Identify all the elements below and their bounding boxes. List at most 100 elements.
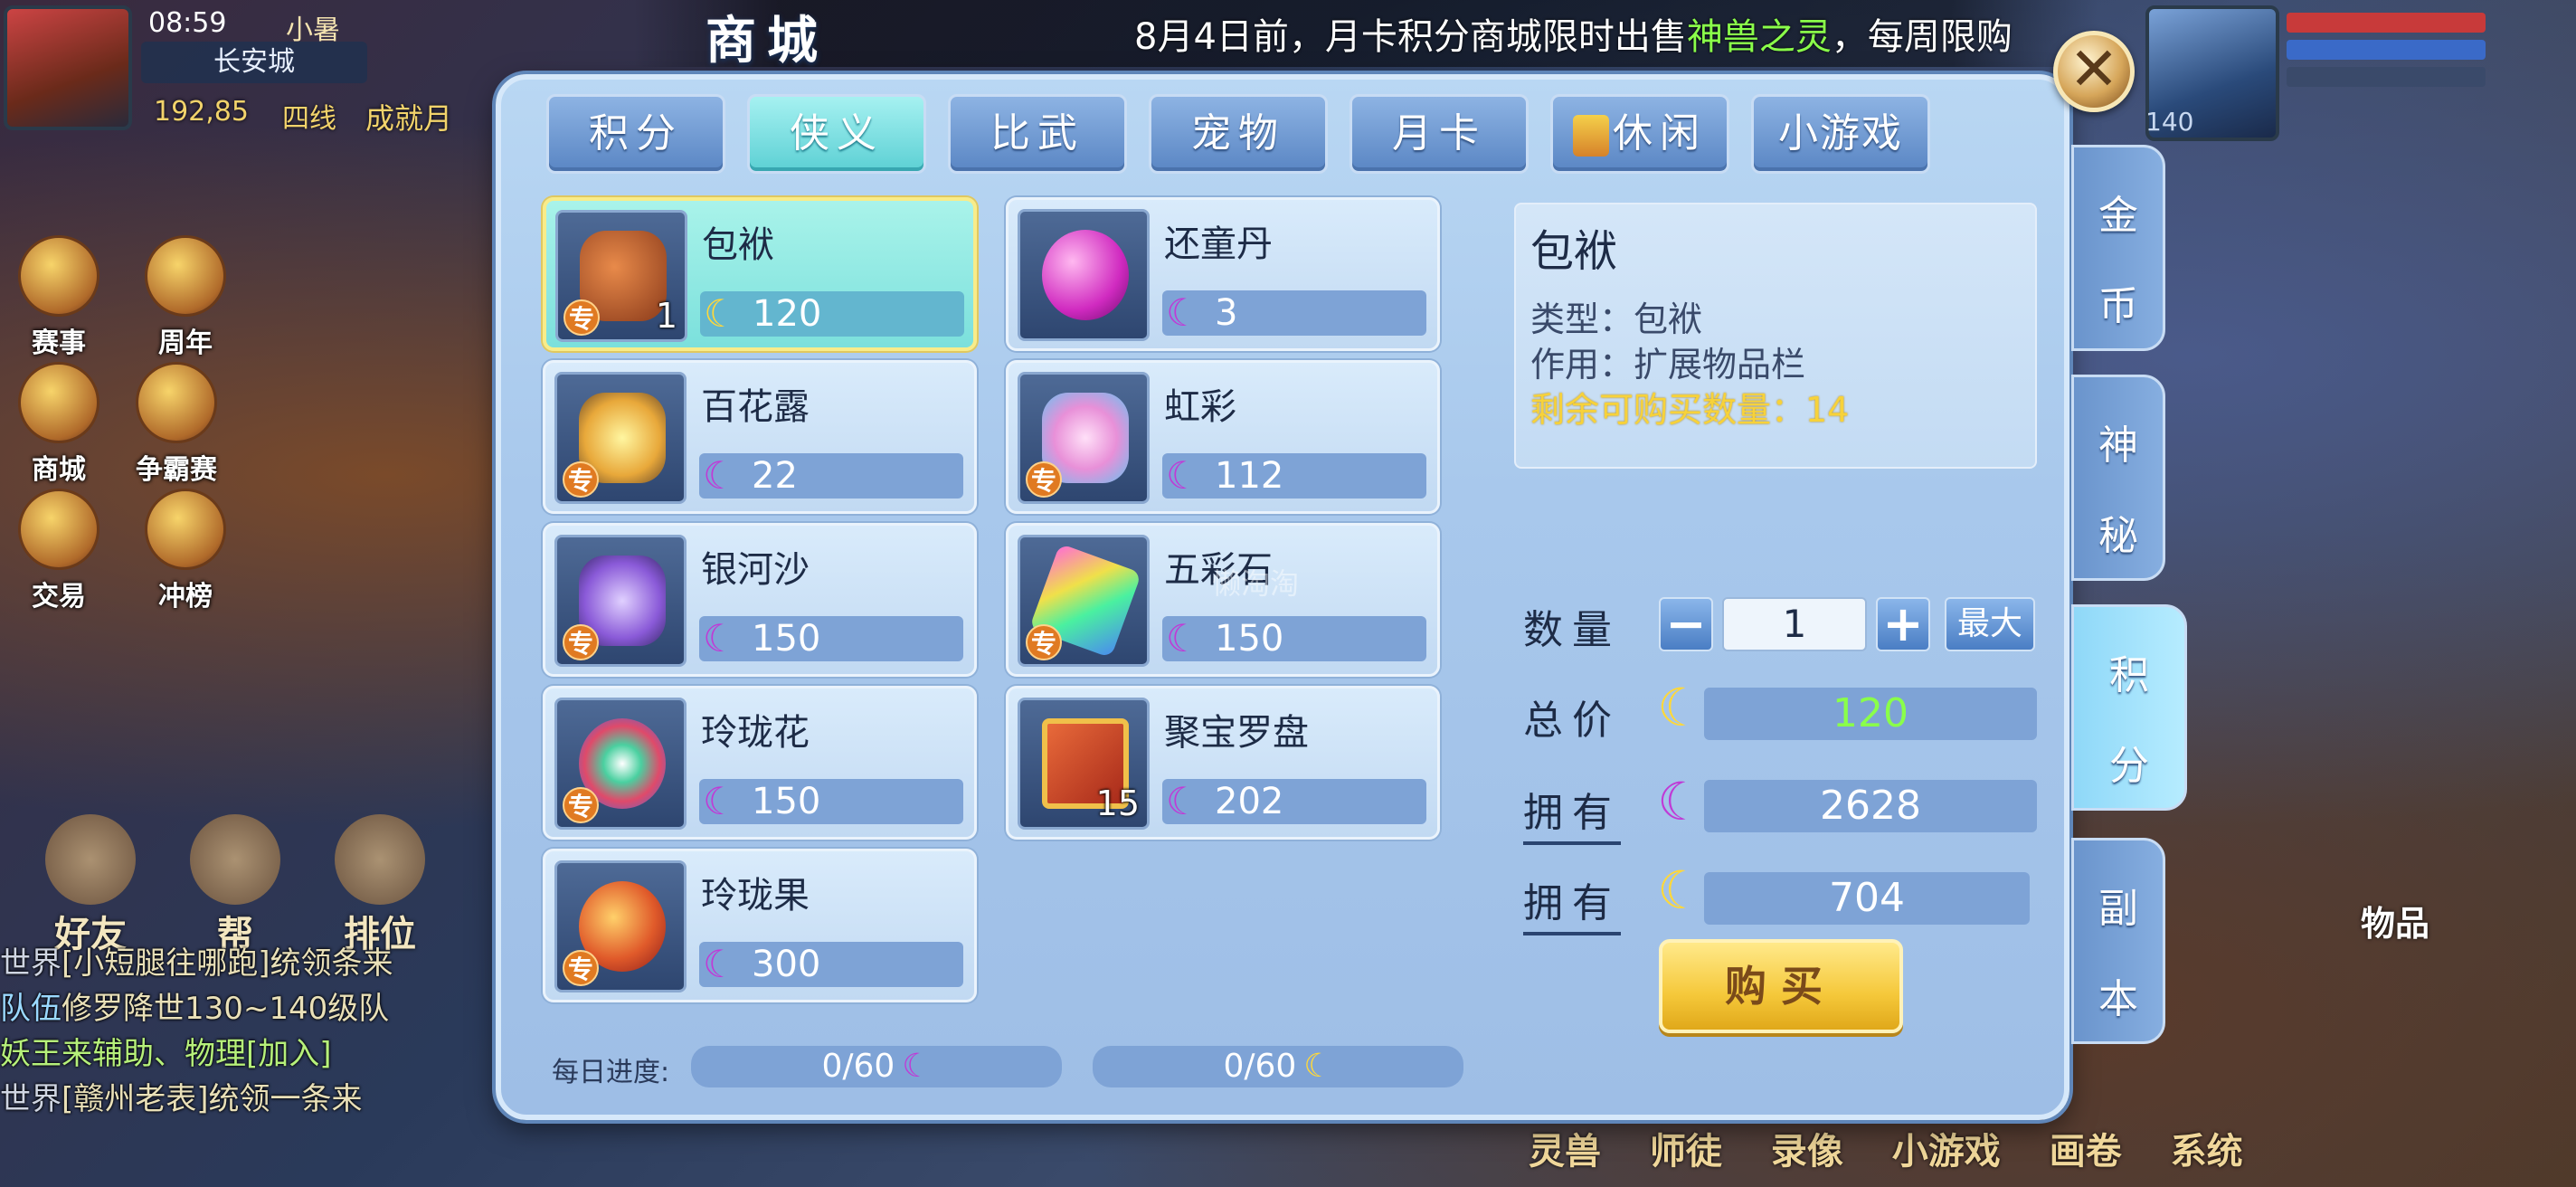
chat-log[interactable]: 世界[小短腿往哪跑]统领条来 队伍修罗降世130~140级队 妖王来辅助、物理[…: [0, 941, 507, 1122]
tab-pets[interactable]: 宠物: [1149, 94, 1328, 174]
quantity-label: 数量: [1523, 607, 1621, 653]
items-button[interactable]: 物品: [2361, 896, 2429, 945]
guild-button[interactable]: 帮: [181, 814, 289, 957]
item-price: ☾ 300: [699, 942, 963, 987]
side-tab-points[interactable]: 积分: [2071, 604, 2187, 811]
item-card-jubaoluopan[interactable]: 15 聚宝罗盘 ☾ 202: [1006, 686, 1440, 840]
detail-use: 作用：扩展物品栏: [1530, 345, 1806, 385]
side-tab-mystery[interactable]: 神秘: [2071, 375, 2165, 581]
hud-contest-icon[interactable]: 争霸赛: [136, 362, 217, 487]
page-title: 商城: [706, 11, 829, 71]
gift-icon: [1573, 115, 1609, 157]
gold-moon-icon: ☾: [1657, 677, 1704, 738]
friends-icon: [45, 814, 136, 905]
exclusive-badge: 专: [563, 624, 599, 660]
item-price: ☾ 3: [1162, 290, 1426, 336]
item-name: 聚宝罗盘: [1164, 712, 1309, 754]
gold-moon-icon: ☾: [704, 291, 738, 336]
detail-type: 类型：包袱: [1530, 299, 1703, 339]
gold-moon-icon: ☾: [1657, 859, 1704, 921]
watermark: 懒淘淘: [1212, 566, 1300, 601]
item-icon: 专: [554, 372, 687, 504]
increment-button[interactable]: +: [1876, 597, 1930, 651]
item-qty: 1: [655, 296, 677, 336]
item-name: 虹彩: [1164, 386, 1236, 428]
max-button[interactable]: 最大: [1945, 597, 2035, 651]
owned-purple-label: 拥有: [1523, 780, 1621, 845]
chat-line: 妖王来辅助、物理[加入]: [0, 1036, 332, 1072]
owned-gold-value: 704: [1704, 872, 2030, 925]
item-detail: 包袱 类型：包袱 作用：扩展物品栏 剩余可购买数量：14: [1514, 203, 2037, 469]
daily-progress-purple: 0/60 ☾: [691, 1046, 1062, 1087]
item-name: 玲珑花: [701, 712, 810, 754]
hud-event-icon[interactable]: 赛事: [18, 235, 99, 360]
location-label[interactable]: 长安城: [141, 42, 367, 83]
server-line[interactable]: 四线: [282, 96, 336, 136]
purple-moon-icon: ☾: [703, 779, 737, 823]
achievement-label[interactable]: 成就月: [365, 96, 452, 138]
item-icon: 专: [554, 535, 687, 667]
tab-chivalry[interactable]: 侠义: [747, 94, 926, 174]
daily-progress-label: 每日进度:: [552, 1057, 670, 1088]
detail-remaining: 剩余可购买数量：14: [1530, 390, 1850, 430]
quantity-input[interactable]: 1: [1722, 597, 1867, 651]
item-qty: 15: [1095, 783, 1140, 823]
item-price: ☾ 112: [1162, 453, 1426, 499]
item-icon: 15: [1018, 698, 1150, 830]
chat-line: 世界[赣州老表]统领一条来: [0, 1081, 363, 1117]
close-button[interactable]: ✕: [2053, 31, 2135, 112]
item-name: 玲珑果: [701, 875, 810, 916]
item-card-hongcai[interactable]: 专 虹彩 ☾ 112: [1006, 360, 1440, 514]
item-price: ☾ 202: [1162, 779, 1426, 824]
item-icon: 专 1: [555, 210, 687, 342]
item-card-bundle[interactable]: 专 1 包袱 ☾ 120: [543, 197, 977, 351]
item-name: 还童丹: [1164, 223, 1273, 265]
item-name: 包袱: [702, 224, 774, 266]
item-card-huantongdan[interactable]: 还童丹 ☾ 3: [1006, 197, 1440, 351]
side-tab-gold[interactable]: 金币: [2071, 145, 2165, 351]
item-card-yinhesha[interactable]: 专 银河沙 ☾ 150: [543, 523, 977, 677]
item-price: ☾ 22: [699, 453, 963, 499]
item-price: ☾ 150: [699, 616, 963, 661]
item-price: ☾ 150: [1162, 616, 1426, 661]
item-price: ☾ 150: [699, 779, 963, 824]
daily-progress-gold: 0/60 ☾: [1093, 1046, 1463, 1087]
item-name: 百花露: [701, 386, 810, 428]
buy-button[interactable]: 购买: [1659, 939, 1903, 1033]
detail-title: 包袱: [1530, 226, 1618, 277]
hud-ranking-icon[interactable]: 冲榜: [145, 489, 226, 613]
item-card-baihualu[interactable]: 专 百花露 ☾ 22: [543, 360, 977, 514]
hud-trade-icon[interactable]: 交易: [18, 489, 99, 613]
item-card-linglonghua[interactable]: 专 玲珑花 ☾ 150: [543, 686, 977, 840]
microphone-icon: [190, 814, 280, 905]
notice-banner: 8月4日前，月卡积分商城限时出售神兽之灵，每周限购: [1134, 16, 2012, 58]
friends-button[interactable]: 好友: [36, 814, 145, 957]
mp-bar: [2287, 40, 2486, 60]
hp-bar: [2287, 13, 2486, 33]
tab-duel[interactable]: 比武: [948, 94, 1127, 174]
tab-points[interactable]: 积分: [546, 94, 725, 174]
ranking-button[interactable]: 排位: [326, 814, 434, 957]
tab-leisure[interactable]: 休闲: [1550, 94, 1729, 174]
tab-monthly-card[interactable]: 月卡: [1350, 94, 1529, 174]
target-avatar[interactable]: [2145, 5, 2279, 141]
exclusive-badge: 专: [564, 299, 600, 336]
purple-moon-icon: ☾: [703, 453, 737, 498]
bottom-buttons: 好友 帮 排位: [36, 814, 434, 957]
purple-moon-icon: ☾: [1166, 290, 1200, 335]
clock: 08:59: [148, 7, 227, 39]
coords: 192,85: [154, 96, 249, 128]
item-name: 银河沙: [701, 549, 810, 591]
bottom-menu[interactable]: 灵兽 师徒 录像 小游戏 画卷 系统: [1529, 1122, 2243, 1174]
item-card-linglongguo[interactable]: 专 玲珑果 ☾ 300: [543, 849, 977, 1002]
decrement-button[interactable]: −: [1659, 597, 1713, 651]
hud-shop-icon[interactable]: 商城: [18, 362, 99, 487]
owned-gold-label: 拥有: [1523, 870, 1621, 935]
tab-minigames[interactable]: 小游戏: [1751, 94, 1930, 174]
hud-anniversary-icon[interactable]: 周年: [145, 235, 226, 360]
purple-moon-icon: ☾: [703, 616, 737, 660]
side-tab-dungeon[interactable]: 副本: [2071, 838, 2165, 1044]
exclusive-badge: 专: [563, 950, 599, 986]
item-price: ☾ 120: [700, 291, 964, 337]
player-avatar[interactable]: [4, 5, 132, 130]
